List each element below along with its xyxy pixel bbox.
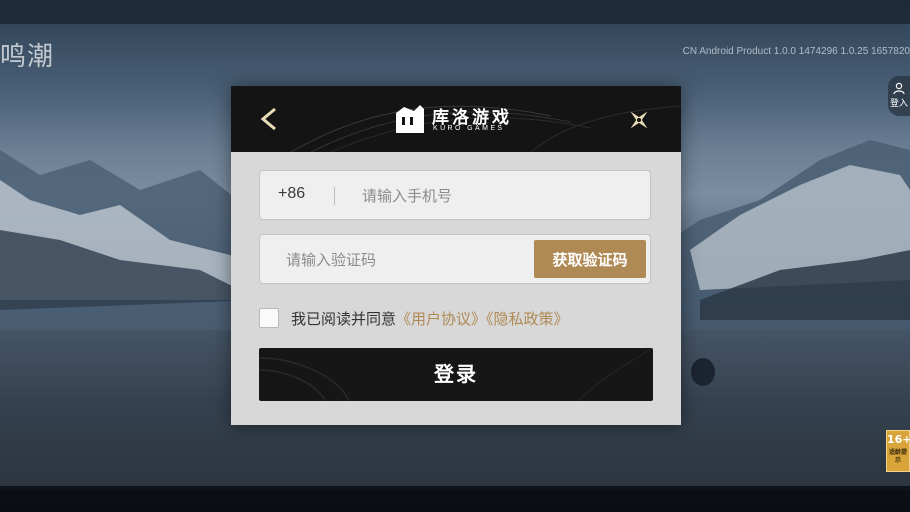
phone-input[interactable] — [360, 171, 644, 221]
bottom-bar — [0, 486, 910, 512]
top-bar — [0, 0, 910, 24]
brand-name-en: KURO GAMES — [433, 125, 505, 132]
login-button[interactable]: 登录 — [259, 348, 653, 401]
close-icon[interactable] — [625, 106, 653, 134]
login-dialog: 库洛游戏 KURO GAMES +86 获取验证码 我已阅读并同意《用户协议》《… — [231, 86, 681, 425]
verification-code-input[interactable] — [284, 235, 538, 285]
agreement-checkbox[interactable] — [259, 308, 279, 328]
country-code-selector[interactable]: +86 — [278, 185, 305, 203]
verification-code-field: 获取验证码 — [259, 234, 651, 285]
kuro-games-logo: 库洛游戏 KURO GAMES — [394, 103, 524, 137]
phone-field: +86 — [259, 170, 651, 221]
agreement-row: 我已阅读并同意《用户协议》《隐私政策》 — [259, 306, 659, 330]
age-rating-badge[interactable]: 16+ 适龄提示 — [886, 430, 910, 472]
privacy-policy-link[interactable]: 《隐私政策》 — [486, 310, 569, 328]
agreement-text: 我已阅读并同意《用户协议》《隐私政策》 — [291, 308, 569, 329]
age-rating: 16+ — [887, 433, 910, 446]
back-arrow-icon[interactable] — [257, 106, 281, 132]
agreement-prefix: 我已阅读并同意 — [291, 310, 397, 328]
user-icon — [893, 82, 905, 94]
game-logo: 鸣潮 — [0, 42, 55, 72]
account-button-label: 登入 — [889, 99, 908, 109]
age-rating-note: 适龄提示 — [888, 449, 907, 464]
field-divider — [334, 187, 335, 205]
kuro-logo-icon — [396, 105, 424, 133]
login-button-label: 登录 — [434, 362, 478, 386]
user-agreement-link[interactable]: 《用户协议》 — [396, 310, 486, 328]
get-code-button[interactable]: 获取验证码 — [534, 240, 646, 278]
version-string: CN Android Product 1.0.0 1474296 1.0.25 … — [682, 46, 910, 57]
account-button[interactable]: 登入 — [888, 76, 910, 116]
dialog-header: 库洛游戏 KURO GAMES — [231, 86, 681, 152]
